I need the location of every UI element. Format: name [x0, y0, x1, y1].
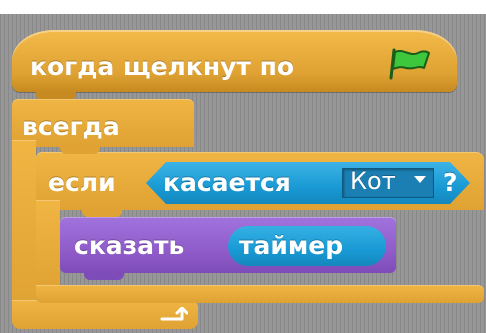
say-label: сказать	[74, 231, 185, 260]
sprite-dropdown-value: Кот	[350, 167, 396, 195]
forever-label: всегда	[22, 112, 120, 141]
touching-label: касается	[163, 168, 291, 197]
block-connector	[60, 146, 100, 154]
if-block-arm	[36, 200, 60, 295]
timer-label: таймер	[239, 231, 344, 260]
forever-block-arm	[12, 140, 36, 310]
when-flag-clicked-label: когда щелкнут по	[30, 52, 295, 81]
if-label: если	[48, 168, 116, 197]
if-block-bottom	[36, 285, 484, 303]
dropdown-arrow-icon[interactable]	[414, 176, 426, 183]
loop-arrow-icon	[160, 307, 188, 321]
touching-question-mark: ?	[443, 168, 458, 197]
block-connector	[84, 272, 124, 280]
green-flag-icon	[389, 48, 430, 80]
block-connector	[82, 209, 122, 217]
